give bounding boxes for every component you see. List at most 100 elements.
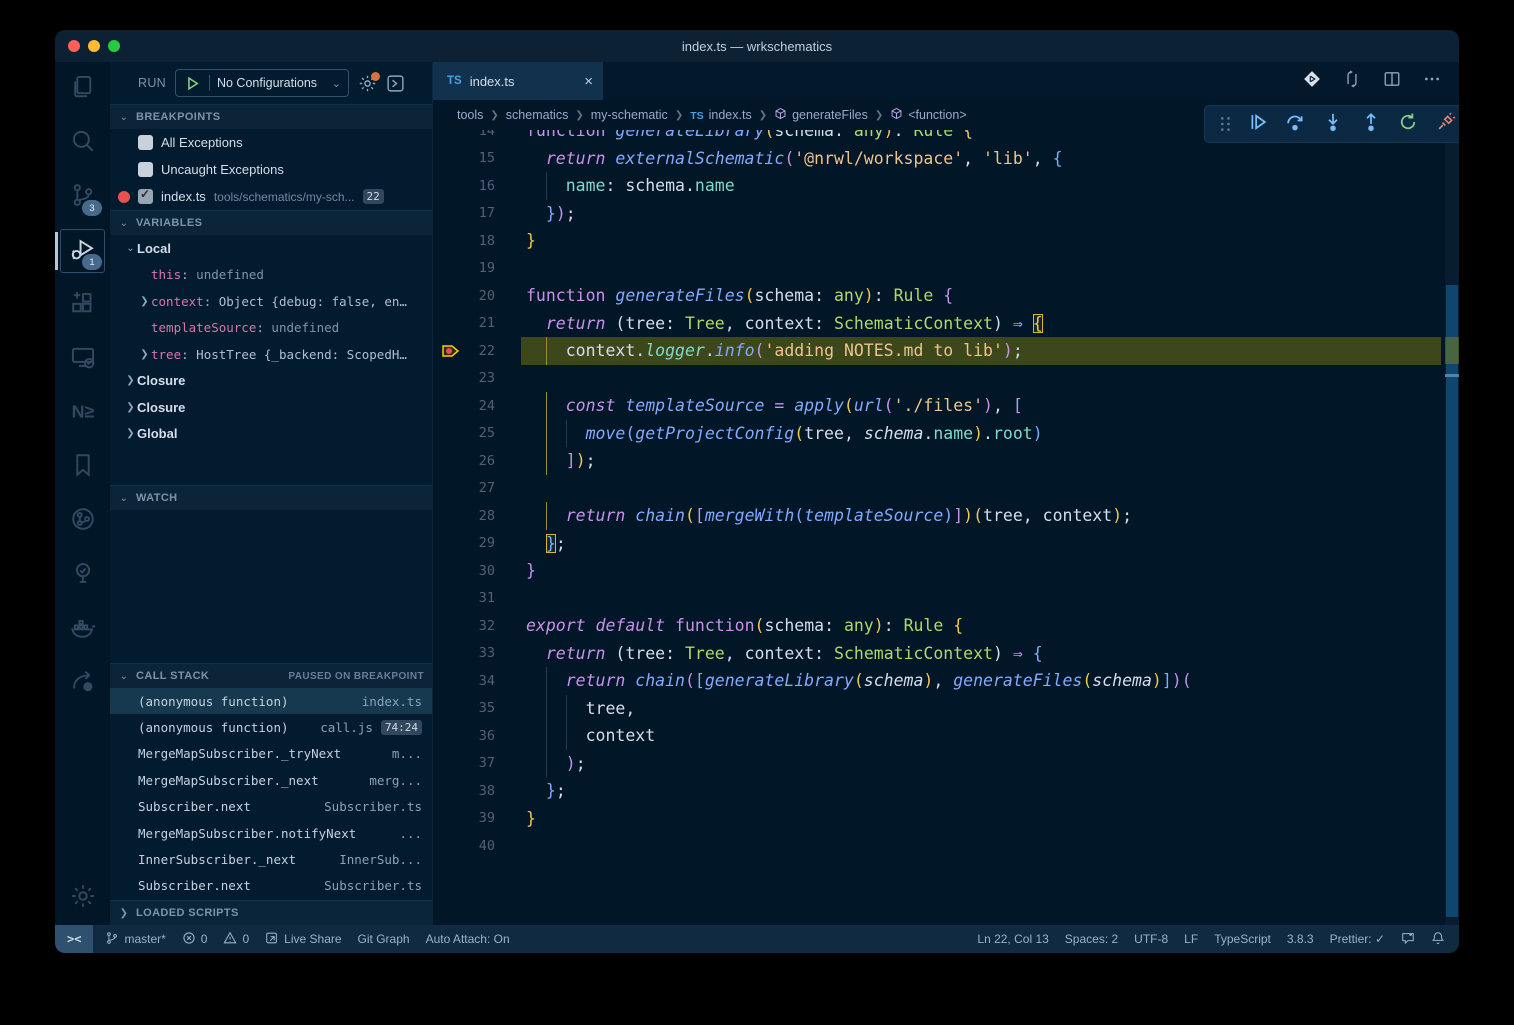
code-editor[interactable]: 14function generateLibrary(schema: any):… bbox=[433, 117, 1459, 925]
statusbar-cursor-position[interactable]: Ln 22, Col 13 bbox=[969, 925, 1056, 953]
callstack-row[interactable]: Subscriber.nextSubscriber.ts bbox=[110, 873, 432, 899]
activitybar-item-explorer[interactable] bbox=[55, 62, 110, 116]
code-line-30[interactable]: 30} bbox=[433, 557, 1459, 585]
callstack-section-header[interactable]: ⌄CALL STACKPAUSED ON BREAKPOINT bbox=[110, 663, 432, 688]
code-line-29[interactable]: 29 }; bbox=[433, 530, 1459, 558]
code-line-18[interactable]: 18} bbox=[433, 227, 1459, 255]
variable-row[interactable]: ❯tree: HostTree {_backend: ScopedH… bbox=[110, 341, 432, 368]
code-line-40[interactable]: 40 bbox=[433, 832, 1459, 860]
code-line-37[interactable]: 37 ); bbox=[433, 750, 1459, 778]
statusbar-warnings[interactable]: 0 bbox=[215, 925, 257, 953]
code-line-26[interactable]: 26 ]); bbox=[433, 447, 1459, 475]
variable-row[interactable]: templateSource: undefined bbox=[110, 315, 432, 342]
activitybar-item-search[interactable] bbox=[55, 116, 110, 170]
toolbar-drag-handle[interactable] bbox=[1213, 111, 1239, 137]
activitybar-item-extensions[interactable] bbox=[55, 278, 110, 332]
activitybar-item-nx-console[interactable]: N≥ bbox=[55, 386, 110, 440]
statusbar-live-share[interactable]: Live Share bbox=[257, 925, 349, 953]
code-line-20[interactable]: 20function generateFiles(schema: any): R… bbox=[433, 282, 1459, 310]
step-into-button[interactable] bbox=[1320, 111, 1346, 137]
statusbar-notifications[interactable] bbox=[1423, 925, 1453, 953]
activitybar-item-git-history[interactable] bbox=[55, 494, 110, 548]
code-line-35[interactable]: 35 tree, bbox=[433, 695, 1459, 723]
breadcrumb-item[interactable]: generateFiles bbox=[774, 107, 868, 123]
scrollbar-slider[interactable] bbox=[1446, 285, 1458, 917]
statusbar-indentation[interactable]: Spaces: 2 bbox=[1057, 925, 1126, 953]
code-line-15[interactable]: 15 return externalSchematic('@nrwl/works… bbox=[433, 145, 1459, 173]
breakpoints-section-header[interactable]: ⌄BREAKPOINTS bbox=[110, 104, 432, 129]
breadcrumb-item[interactable]: TSindex.ts bbox=[690, 108, 752, 122]
step-over-button[interactable] bbox=[1282, 111, 1308, 137]
variable-row[interactable]: ❯context: Object {debug: false, en… bbox=[110, 288, 432, 315]
disconnect-button[interactable] bbox=[1433, 111, 1459, 137]
statusbar-feedback[interactable] bbox=[1393, 925, 1423, 953]
activitybar-item-run-and-debug[interactable]: 1 bbox=[55, 224, 110, 278]
code-line-21[interactable]: 21 return (tree: Tree, context: Schemati… bbox=[433, 310, 1459, 338]
statusbar-language-mode[interactable]: TypeScript bbox=[1206, 925, 1279, 953]
statusbar-ts-version[interactable]: 3.8.3 bbox=[1279, 925, 1322, 953]
code-line-22[interactable]: 22 context.logger.info('adding NOTES.md … bbox=[433, 337, 1459, 365]
activitybar-item-remote-explorer[interactable] bbox=[55, 332, 110, 386]
variable-row[interactable]: this: undefined bbox=[110, 262, 432, 289]
breadcrumb-item[interactable]: tools bbox=[457, 108, 483, 122]
split-editor-button[interactable] bbox=[1383, 70, 1401, 93]
variable-row[interactable]: ❯Global bbox=[110, 421, 432, 448]
close-tab-icon[interactable]: × bbox=[584, 73, 593, 90]
code-line-23[interactable]: 23 bbox=[433, 365, 1459, 393]
callstack-row[interactable]: Subscriber.nextSubscriber.ts bbox=[110, 794, 432, 820]
start-debug-icon[interactable] bbox=[183, 74, 202, 93]
activitybar-item-deploy[interactable] bbox=[55, 656, 110, 710]
statusbar-git-graph[interactable]: Git Graph bbox=[350, 925, 418, 953]
variable-row[interactable]: ❯Closure bbox=[110, 368, 432, 395]
activitybar-item-source-control[interactable]: 3 bbox=[55, 170, 110, 224]
breadcrumb-item[interactable]: schematics bbox=[506, 108, 569, 122]
breadcrumb-item[interactable]: my-schematic bbox=[591, 108, 668, 122]
code-line-27[interactable]: 27 bbox=[433, 475, 1459, 503]
code-line-17[interactable]: 17 }); bbox=[433, 200, 1459, 228]
watch-section-header[interactable]: ⌄WATCH bbox=[110, 485, 432, 510]
callstack-row[interactable]: InnerSubscriber._nextInnerSub... bbox=[110, 846, 432, 872]
statusbar-encoding[interactable]: UTF-8 bbox=[1126, 925, 1176, 953]
compare-changes-button[interactable] bbox=[1343, 70, 1361, 93]
statusbar-remote-indicator[interactable]: >< bbox=[55, 925, 93, 953]
code-line-32[interactable]: 32export default function(schema: any): … bbox=[433, 612, 1459, 640]
statusbar-eol[interactable]: LF bbox=[1176, 925, 1206, 953]
code-line-31[interactable]: 31 bbox=[433, 585, 1459, 613]
more-actions-button[interactable] bbox=[1423, 70, 1441, 93]
statusbar-git-branch[interactable]: master* bbox=[97, 925, 173, 953]
activitybar-item-test-explorer[interactable] bbox=[55, 548, 110, 602]
variable-row[interactable]: ⌄Local bbox=[110, 235, 432, 262]
activitybar-item-settings[interactable] bbox=[55, 871, 110, 925]
code-line-33[interactable]: 33 return (tree: Tree, context: Schemati… bbox=[433, 640, 1459, 668]
editor-scrollbar[interactable] bbox=[1445, 130, 1459, 925]
breakpoint-checkbox[interactable] bbox=[138, 162, 153, 177]
variables-section-header[interactable]: ⌄VARIABLES bbox=[110, 210, 432, 235]
debug-console-button[interactable] bbox=[386, 74, 405, 93]
activitybar-item-bookmarks[interactable] bbox=[55, 440, 110, 494]
code-line-16[interactable]: 16 name: schema.name bbox=[433, 172, 1459, 200]
breakpoint-row[interactable]: index.tstools/schematics/my-sch...22 bbox=[110, 183, 432, 210]
tab-index-ts[interactable]: TS index.ts × bbox=[433, 62, 603, 100]
breakpoint-checkbox[interactable] bbox=[138, 135, 153, 150]
code-line-36[interactable]: 36 context bbox=[433, 722, 1459, 750]
open-changes-button[interactable] bbox=[1303, 70, 1321, 93]
breakpoint-checkbox[interactable] bbox=[138, 189, 153, 204]
callstack-row[interactable]: (anonymous function)index.ts bbox=[110, 688, 432, 714]
callstack-row[interactable]: MergeMapSubscriber._tryNextm... bbox=[110, 741, 432, 767]
continue-button[interactable] bbox=[1245, 111, 1271, 137]
breadcrumb-item[interactable]: <function> bbox=[890, 107, 966, 123]
restart-button[interactable] bbox=[1395, 111, 1421, 137]
callstack-row[interactable]: MergeMapSubscriber._nextmerg... bbox=[110, 767, 432, 793]
callstack-row[interactable]: (anonymous function)call.js74:24 bbox=[110, 714, 432, 740]
loaded-scripts-section-header[interactable]: ❯LOADED SCRIPTS bbox=[110, 900, 432, 925]
breakpoint-row[interactable]: Uncaught Exceptions bbox=[110, 156, 432, 183]
variable-row[interactable]: ❯Closure bbox=[110, 394, 432, 421]
code-line-38[interactable]: 38 }; bbox=[433, 777, 1459, 805]
callstack-row[interactable]: MergeMapSubscriber.notifyNext... bbox=[110, 820, 432, 846]
code-line-39[interactable]: 39} bbox=[433, 805, 1459, 833]
code-line-34[interactable]: 34 return chain([generateLibrary(schema)… bbox=[433, 667, 1459, 695]
code-line-25[interactable]: 25 move(getProjectConfig(tree, schema.na… bbox=[433, 420, 1459, 448]
code-line-28[interactable]: 28 return chain([mergeWith(templateSourc… bbox=[433, 502, 1459, 530]
debug-settings-button[interactable] bbox=[358, 74, 377, 93]
breakpoint-row[interactable]: All Exceptions bbox=[110, 129, 432, 156]
